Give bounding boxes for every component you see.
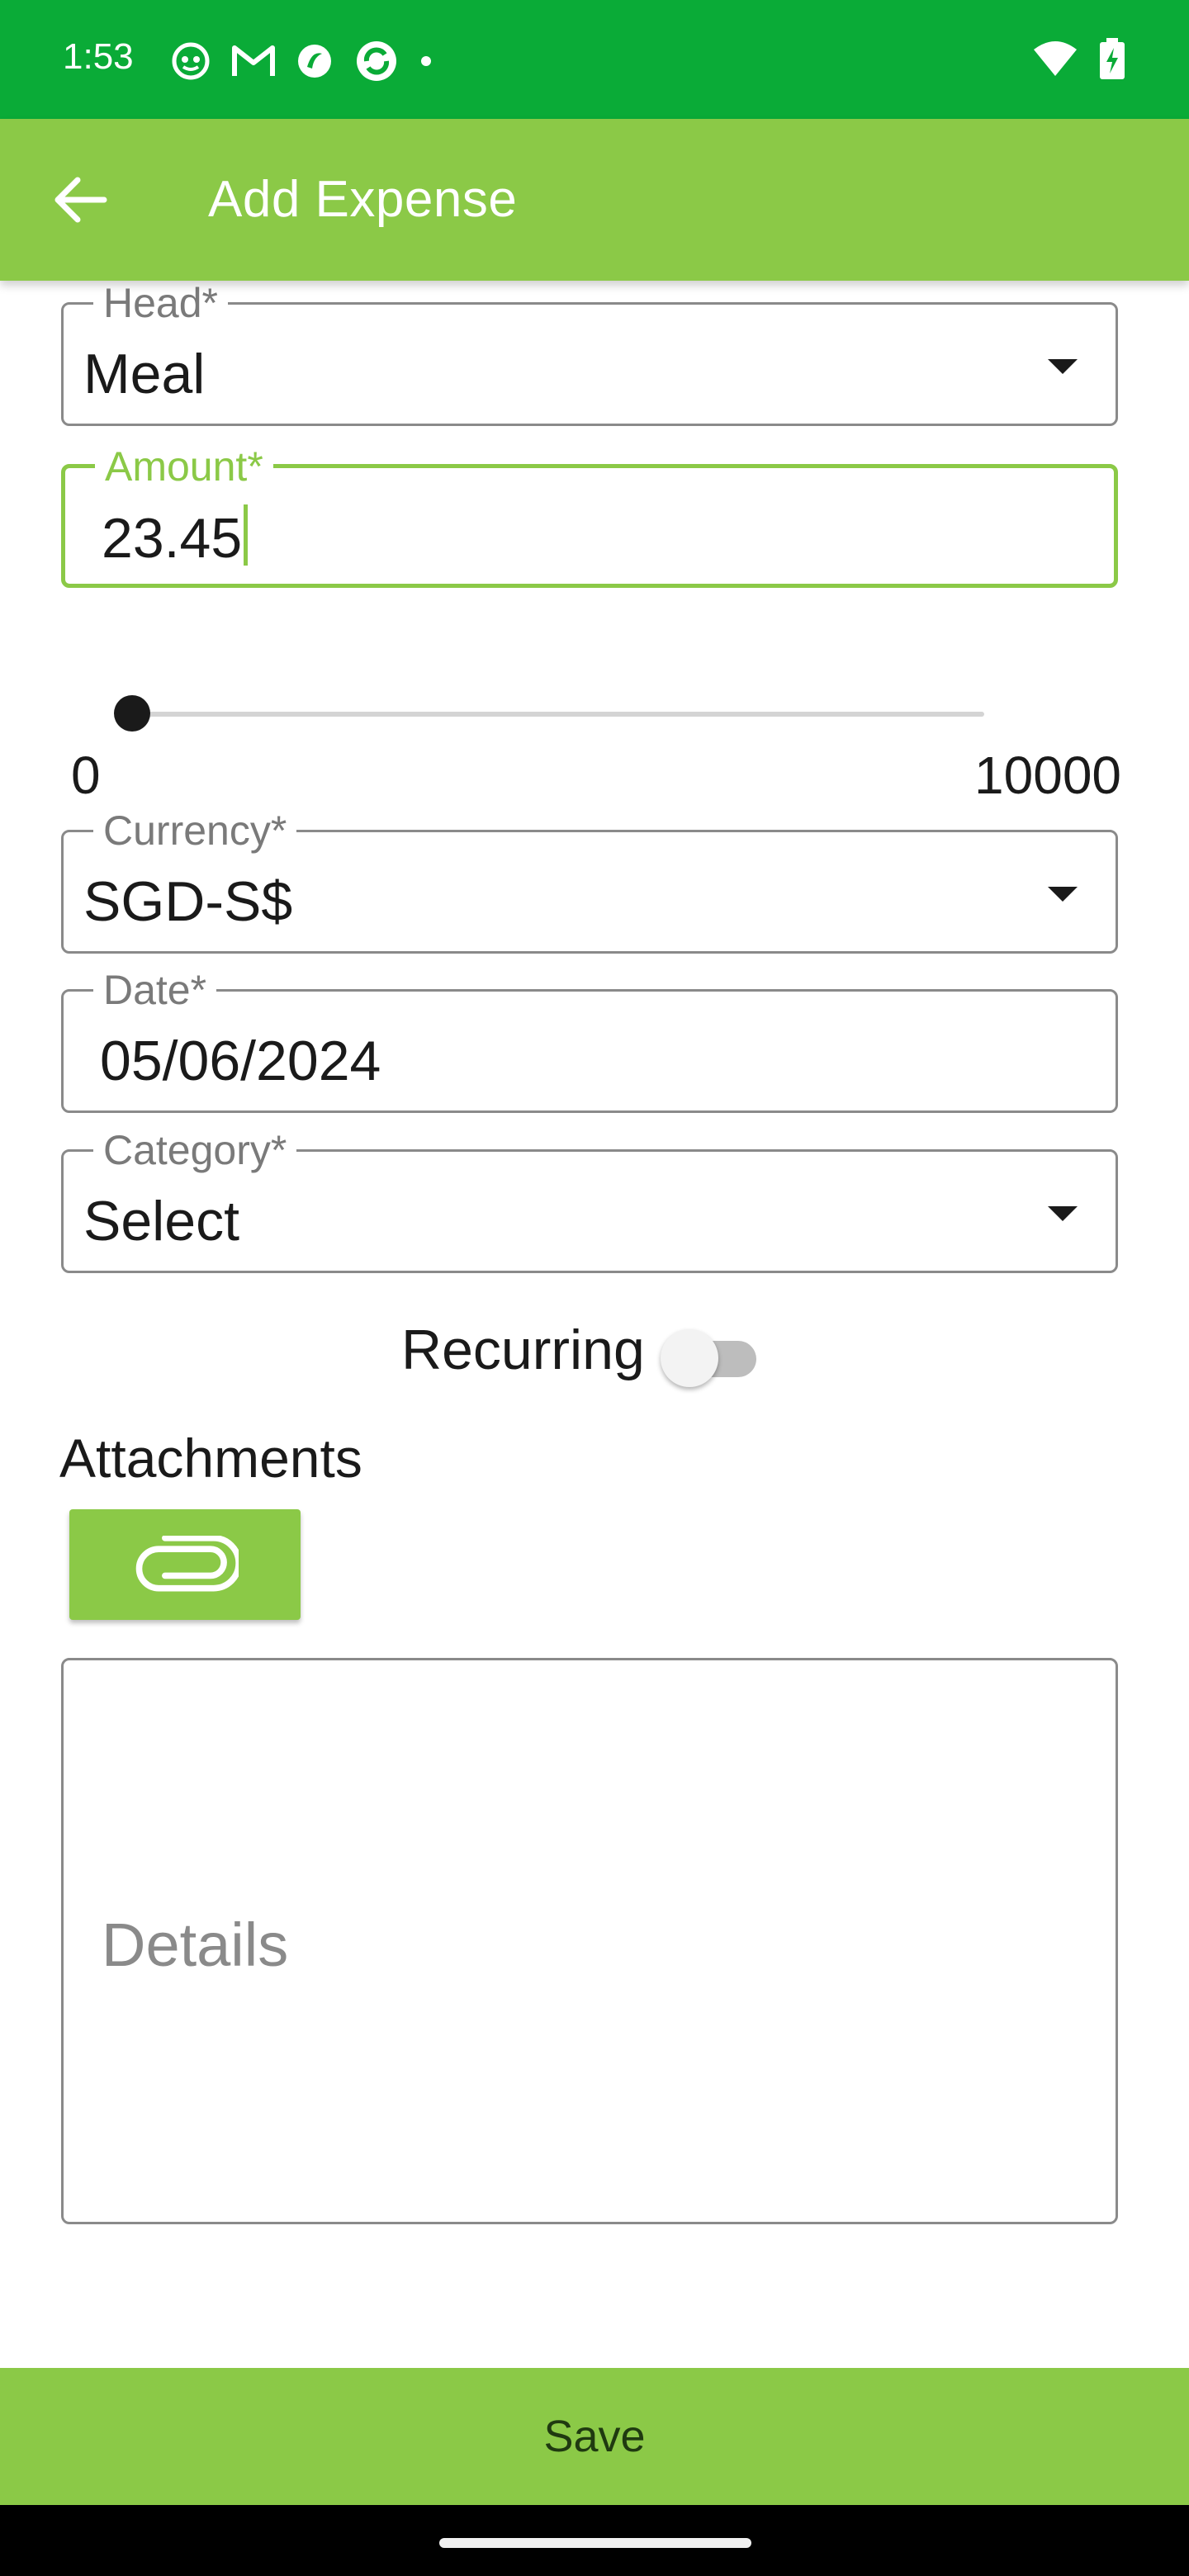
text-cursor — [244, 504, 249, 566]
paperclip-icon — [135, 1536, 239, 1592]
amount-value-wrap: 23.45 — [102, 504, 249, 571]
slider-track[interactable] — [130, 712, 984, 717]
battery-charging-icon — [1100, 38, 1125, 79]
save-label: Save — [543, 2412, 646, 2461]
recurring-label: Recurring — [401, 1319, 645, 1381]
slider-max-label: 10000 — [974, 746, 1121, 805]
recurring-toggle-thumb[interactable] — [661, 1329, 718, 1387]
date-value: 05/06/2024 — [100, 1030, 381, 1092]
currency-value: SGD-S$ — [83, 870, 293, 933]
head-select[interactable]: Head* Meal — [61, 278, 1118, 426]
currency-select[interactable]: Currency* SGD-S$ — [61, 806, 1118, 954]
recurring-row: Recurring — [0, 1313, 1189, 1387]
save-button[interactable]: Save — [0, 2368, 1189, 2505]
dot-icon — [421, 56, 431, 66]
back-button[interactable] — [50, 173, 109, 226]
amount-input[interactable]: Amount* 23.45 — [61, 442, 1118, 588]
wifi-icon — [1034, 41, 1077, 76]
app-icon — [298, 45, 331, 78]
slider-min-label: 0 — [71, 746, 101, 805]
system-nav-bar — [0, 2505, 1189, 2576]
currency-label: Currency* — [93, 806, 297, 855]
date-label: Date* — [93, 965, 217, 1015]
category-value: Select — [83, 1190, 239, 1252]
head-value: Meal — [83, 343, 206, 405]
chevron-down-icon — [1048, 887, 1078, 902]
sync-icon — [357, 41, 396, 81]
app-bar: Add Expense — [0, 119, 1189, 281]
chevron-down-icon — [1048, 359, 1078, 374]
gmail-icon — [232, 45, 275, 76]
status-icons-left — [170, 38, 433, 84]
amount-value: 23.45 — [102, 507, 243, 570]
arrow-left-icon — [54, 177, 107, 223]
slider-thumb[interactable] — [114, 695, 151, 732]
amount-label: Amount* — [95, 442, 273, 491]
home-gesture-handle[interactable] — [439, 2538, 751, 2548]
category-label: Category* — [93, 1125, 297, 1175]
details-textarea[interactable]: Details — [61, 1658, 1118, 2224]
date-field[interactable]: Date* 05/06/2024 — [61, 965, 1118, 1113]
status-time: 1:53 — [63, 36, 134, 77]
attachments-title: Attachments — [59, 1428, 362, 1489]
head-label: Head* — [93, 278, 228, 328]
attach-button[interactable] — [69, 1509, 301, 1620]
status-icons-right — [1032, 38, 1125, 79]
amount-slider[interactable]: 0 10000 — [61, 644, 1126, 826]
category-select[interactable]: Category* Select — [61, 1125, 1118, 1273]
notification-app-icon — [172, 42, 210, 80]
details-placeholder: Details — [102, 1911, 289, 1979]
chevron-down-icon — [1048, 1206, 1078, 1221]
page-title: Add Expense — [208, 171, 518, 228]
status-bar: 1:53 — [0, 0, 1189, 119]
